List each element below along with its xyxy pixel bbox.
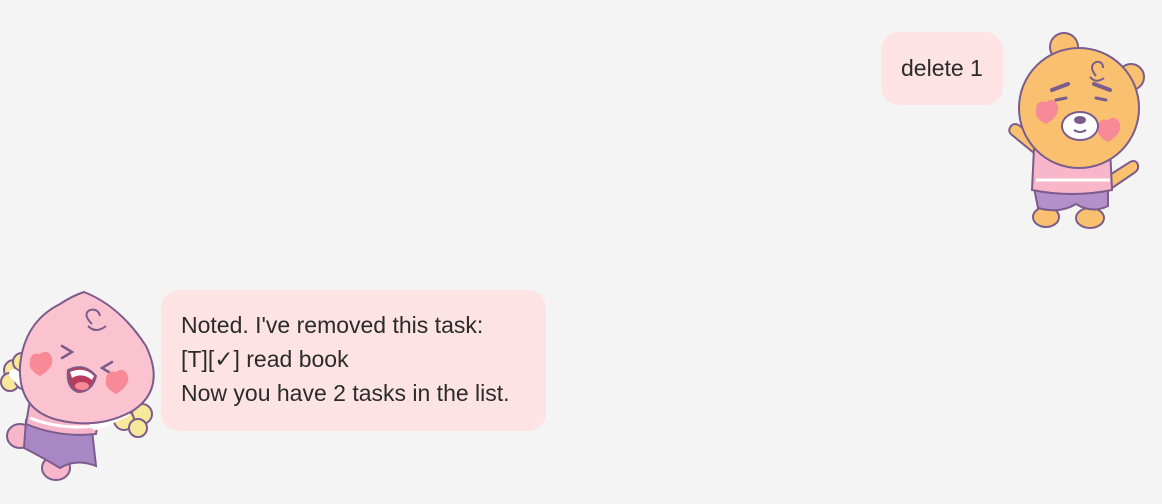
chat-window: delete 1 Noted. I've removed this task: … [0,0,1162,504]
user-avatar-icon [1008,32,1145,229]
bot-avatar-icon [0,290,155,481]
bot-message-bubble: Noted. I've removed this task: [T][✓] re… [161,290,546,431]
bot-message-line: [T][✓] read book [181,346,349,372]
user-message-text: delete 1 [901,55,983,81]
user-message-bubble: delete 1 [881,32,1003,105]
bot-message-line: Noted. I've removed this task: [181,312,484,338]
bot-message-line: Now you have 2 tasks in the list. [181,380,510,406]
